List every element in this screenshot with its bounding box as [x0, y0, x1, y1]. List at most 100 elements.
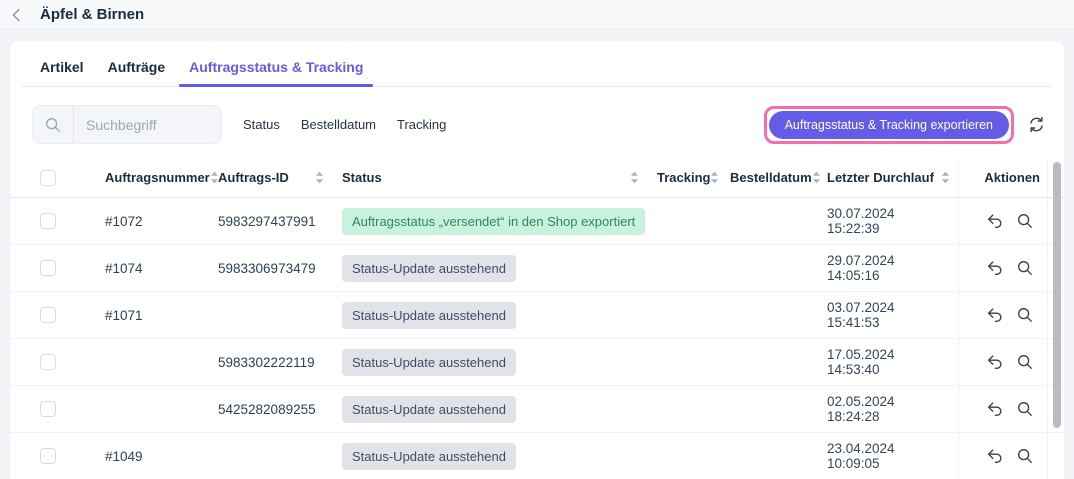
cell-checkbox: [10, 245, 95, 291]
status-badge: Status-Update ausstehend: [342, 349, 516, 376]
cell-actions: [958, 245, 1048, 291]
row-checkbox[interactable]: [40, 401, 56, 417]
tab-artikel[interactable]: Artikel: [30, 59, 94, 86]
magnifier-icon[interactable]: [1016, 212, 1034, 230]
export-button[interactable]: Auftragsstatus & Tracking exportieren: [769, 111, 1009, 139]
cell-status: Status-Update ausstehend: [332, 292, 647, 338]
magnifier-icon[interactable]: [1016, 400, 1034, 418]
row-checkbox[interactable]: [40, 448, 56, 464]
header-checkbox-cell: [10, 158, 95, 197]
toolbar-right: Auftragsstatus & Tracking exportieren: [764, 106, 1046, 144]
cell-bestelldatum: [720, 245, 817, 291]
cell-bestelldatum: [720, 339, 817, 385]
cell-tracking: [647, 292, 720, 338]
cell-letzter-durchlauf: 03.07.2024 15:41:53: [817, 292, 958, 338]
filter-tracking[interactable]: Tracking: [397, 117, 446, 132]
cell-checkbox: [10, 433, 95, 479]
cell-tracking: [647, 433, 720, 479]
cell-bestelldatum: [720, 433, 817, 479]
cell-checkbox: [10, 386, 95, 432]
tab-auftraege[interactable]: Aufträge: [98, 59, 176, 86]
content-card: Artikel Aufträge Auftragsstatus & Tracki…: [10, 41, 1064, 479]
undo-icon[interactable]: [986, 447, 1004, 465]
row-checkbox[interactable]: [40, 354, 56, 370]
column-bestelldatum[interactable]: Bestelldatum: [720, 158, 817, 197]
table-header: Auftragsnummer Auftrags-ID Status Tracki…: [10, 158, 1064, 198]
cell-bestelldatum: [720, 292, 817, 338]
cell-auftragsnummer: [95, 339, 208, 385]
cell-letzter-durchlauf: 02.05.2024 18:24:28: [817, 386, 958, 432]
search-box: [32, 105, 222, 144]
column-auftragsnummer[interactable]: Auftragsnummer: [95, 158, 208, 197]
search-icon: [33, 106, 74, 143]
cell-letzter-durchlauf: 23.04.2024 10:09:05: [817, 433, 958, 479]
cell-status: Status-Update ausstehend: [332, 339, 647, 385]
status-badge: Status-Update ausstehend: [342, 396, 516, 423]
table-row: #1074 5983306973479 Status-Update ausste…: [10, 245, 1064, 292]
status-badge: Status-Update ausstehend: [342, 255, 516, 282]
column-aktionen: Aktionen: [958, 158, 1048, 197]
cell-status: Status-Update ausstehend: [332, 386, 647, 432]
cell-tracking: [647, 386, 720, 432]
cell-auftragsnummer: #1072: [95, 198, 208, 244]
back-button[interactable]: [8, 6, 26, 24]
top-bar: Äpfel & Birnen: [0, 0, 1074, 30]
search-input[interactable]: [74, 117, 221, 133]
table-row: 5425282089255 Status-Update ausstehend 0…: [10, 386, 1064, 433]
row-checkbox[interactable]: [40, 213, 56, 229]
filter-status[interactable]: Status: [243, 117, 280, 132]
undo-icon[interactable]: [986, 306, 1004, 324]
cell-actions: [958, 292, 1048, 338]
magnifier-icon[interactable]: [1016, 447, 1034, 465]
refresh-icon[interactable]: [1027, 115, 1046, 134]
filter-group: Status Bestelldatum Tracking: [222, 117, 446, 132]
table-body: #1072 5983297437991 Auftragsstatus „vers…: [10, 198, 1064, 479]
chevron-left-icon: [8, 6, 26, 24]
tab-auftragsstatus-tracking[interactable]: Auftragsstatus & Tracking: [179, 59, 373, 86]
cell-tracking: [647, 339, 720, 385]
cell-auftrags-id: 5983302222119: [208, 339, 332, 385]
cell-auftragsnummer: #1071: [95, 292, 208, 338]
cell-auftrags-id: 5425282089255: [208, 386, 332, 432]
cell-bestelldatum: [720, 198, 817, 244]
filter-bestelldatum[interactable]: Bestelldatum: [301, 117, 376, 132]
sort-icon[interactable]: [941, 171, 958, 184]
scrollbar-thumb[interactable]: [1053, 162, 1061, 428]
cell-auftragsnummer: #1049: [95, 433, 208, 479]
cell-tracking: [647, 245, 720, 291]
page-title: Äpfel & Birnen: [40, 6, 144, 23]
table-row: 5983302222119 Status-Update ausstehend 1…: [10, 339, 1064, 386]
undo-icon[interactable]: [986, 353, 1004, 371]
cell-auftrags-id: 5983306973479: [208, 245, 332, 291]
cell-auftrags-id: 5983297437991: [208, 198, 332, 244]
cell-checkbox: [10, 292, 95, 338]
sort-icon[interactable]: [315, 171, 332, 184]
row-checkbox[interactable]: [40, 260, 56, 276]
undo-icon[interactable]: [986, 400, 1004, 418]
column-letzter-durchlauf[interactable]: Letzter Durchlauf: [817, 158, 958, 197]
cell-actions: [958, 386, 1048, 432]
cell-tracking: [647, 198, 720, 244]
cell-actions: [958, 339, 1048, 385]
cell-letzter-durchlauf: 29.07.2024 14:05:16: [817, 245, 958, 291]
undo-icon[interactable]: [986, 259, 1004, 277]
column-auftrags-id[interactable]: Auftrags-ID: [208, 158, 332, 197]
magnifier-icon[interactable]: [1016, 306, 1034, 324]
row-checkbox[interactable]: [40, 307, 56, 323]
export-button-highlight: Auftragsstatus & Tracking exportieren: [764, 106, 1014, 144]
sort-icon[interactable]: [630, 171, 647, 184]
undo-icon[interactable]: [986, 212, 1004, 230]
column-tracking[interactable]: Tracking: [647, 158, 720, 197]
magnifier-icon[interactable]: [1016, 259, 1034, 277]
table-row: #1049 Status-Update ausstehend 23.04.202…: [10, 433, 1064, 479]
status-badge: Status-Update ausstehend: [342, 443, 516, 470]
magnifier-icon[interactable]: [1016, 353, 1034, 371]
column-status[interactable]: Status: [332, 158, 647, 197]
select-all-checkbox[interactable]: [40, 170, 56, 186]
status-badge: Auftragsstatus „versendet“ in den Shop e…: [342, 208, 645, 235]
cell-status: Status-Update ausstehend: [332, 433, 647, 479]
cell-actions: [958, 198, 1048, 244]
cell-bestelldatum: [720, 386, 817, 432]
cell-auftrags-id: [208, 433, 332, 479]
status-badge: Status-Update ausstehend: [342, 302, 516, 329]
